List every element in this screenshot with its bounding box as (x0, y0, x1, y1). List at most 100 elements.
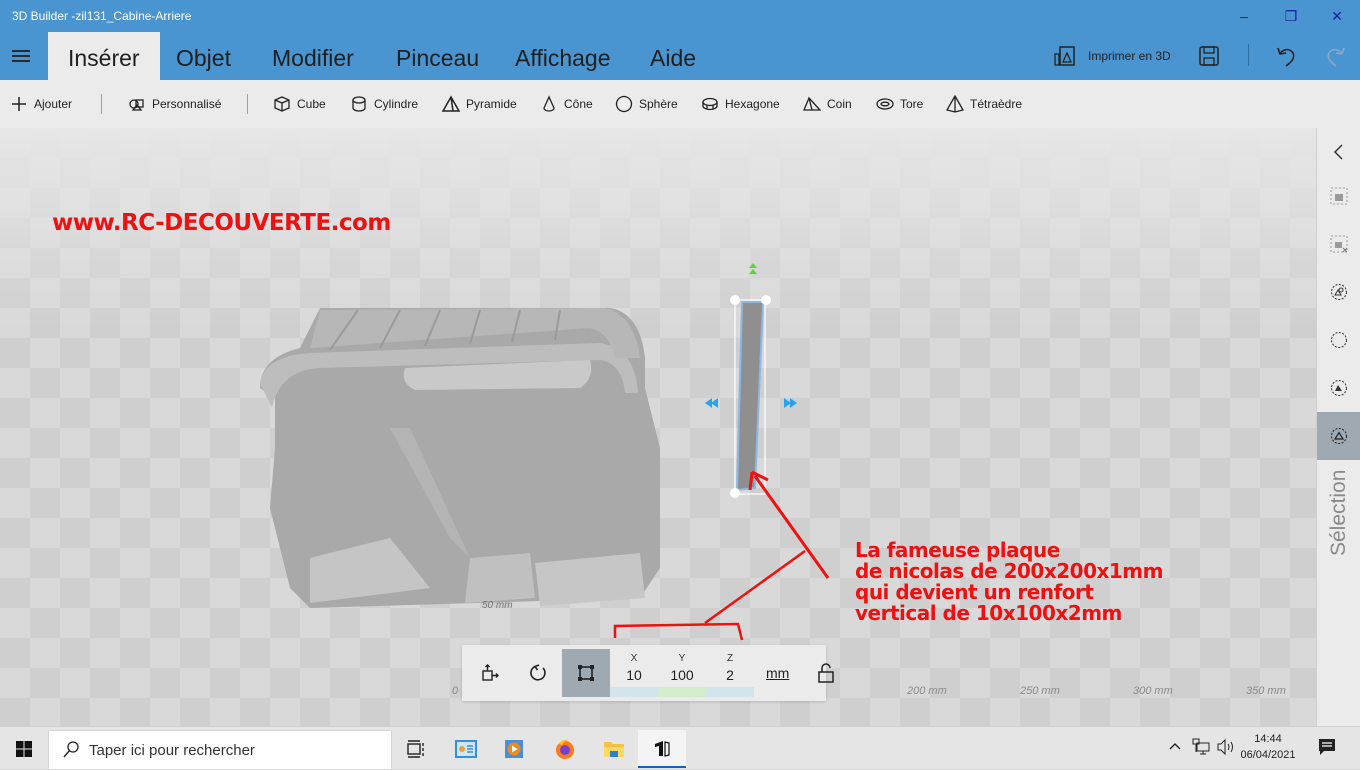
hamburger-menu-icon[interactable] (12, 50, 30, 62)
ruler-tick: 300 mm (1133, 685, 1173, 697)
sphere-button[interactable]: Sphère (615, 80, 678, 128)
select-all-button[interactable] (1317, 172, 1360, 220)
cube-label: Cube (297, 97, 326, 111)
cylinder-button[interactable]: Cylindre (350, 80, 418, 128)
ribbon-tabs: Insérer Objet Modifier Pinceau Affichage… (0, 32, 1360, 80)
task-view-button[interactable] (392, 730, 440, 768)
lasso-circle-icon (1331, 332, 1347, 348)
select-all-icon (1330, 187, 1348, 205)
torus-label: Tore (900, 97, 924, 111)
axis-label: Z (726, 653, 734, 664)
3d-viewport[interactable]: www.RC-DECOUVERTE.com La fameuse plaque … (0, 128, 1316, 726)
scale-handle[interactable] (730, 295, 740, 305)
hexagon-label: Hexagone (725, 97, 780, 111)
x-axis-handle-left[interactable] (705, 398, 712, 408)
lasso-select-button[interactable] (1317, 316, 1360, 364)
dimension-z[interactable]: Z 2 (706, 649, 754, 697)
windows-logo-icon (16, 741, 32, 757)
start-button[interactable] (0, 730, 48, 768)
pyramid-icon (442, 95, 460, 112)
clock-date: 06/04/2021 (1240, 749, 1296, 761)
tab-objet[interactable]: Objet (156, 32, 251, 80)
dimension-x-value[interactable]: 10 (610, 667, 658, 683)
add-label: Ajouter (34, 97, 73, 111)
unit-selector[interactable]: mm (766, 665, 789, 681)
torus-icon (876, 98, 894, 110)
lock-proportions-button[interactable] (802, 649, 850, 697)
selection-panel-label: Sélection (1327, 469, 1350, 557)
torus-button[interactable]: Tore (876, 80, 923, 128)
annotation-arrows (613, 470, 830, 641)
ruler-tick: 200 mm (907, 685, 947, 697)
scale-button[interactable] (562, 649, 610, 697)
3d-builder-button[interactable] (638, 730, 686, 768)
tab-affichage[interactable]: Affichage (495, 32, 630, 80)
print-3d-label: Imprimer en 3D (1088, 49, 1171, 63)
rotate-icon (530, 664, 546, 681)
undo-icon[interactable] (1276, 44, 1298, 68)
dimension-z-value[interactable]: 2 (706, 667, 754, 683)
select-object-icon (1331, 284, 1347, 300)
dimension-z-bar (706, 687, 754, 697)
minimize-button[interactable]: – (1229, 4, 1259, 28)
wedge-button[interactable]: Coin (803, 80, 852, 128)
redo-icon[interactable] (1324, 44, 1346, 68)
show-hidden-chevron-icon[interactable] (1168, 741, 1182, 751)
search-placeholder: Taper ici pour rechercher (89, 741, 255, 759)
tab-modifier[interactable]: Modifier (252, 32, 374, 80)
save-icon[interactable] (1198, 45, 1220, 67)
network-icon[interactable] (1192, 738, 1210, 756)
wedge-icon (803, 96, 821, 111)
add-button[interactable]: Ajouter (10, 80, 72, 128)
clock-time: 14:44 (1254, 733, 1282, 745)
window-title: 3D Builder -zil131_Cabine-Arriere (12, 9, 192, 23)
tetrahedron-button[interactable]: Tétraèdre (946, 80, 1022, 128)
restore-button[interactable]: ❐ (1276, 4, 1306, 28)
tetrahedron-icon (946, 95, 964, 113)
cube-button[interactable]: Cube (273, 80, 326, 128)
pyramid-button[interactable]: Pyramide (442, 80, 517, 128)
cylinder-icon (352, 96, 366, 112)
plus-icon (12, 97, 26, 111)
deselect-button[interactable] (1317, 220, 1360, 268)
sphere-icon (615, 95, 633, 113)
file-explorer-button[interactable] (590, 730, 638, 768)
x-axis-handle-right[interactable] (784, 398, 791, 408)
dimension-x[interactable]: X 10 (610, 649, 658, 697)
windows-taskbar: Taper ici pour rechercher 14:44 06/04/20… (0, 726, 1360, 770)
ruler-tick: 350 mm (1246, 685, 1286, 697)
dimension-y[interactable]: Y 100 (658, 649, 706, 697)
collapse-panel-button[interactable] (1317, 128, 1360, 176)
print-3d-button[interactable]: Imprimer en 3D (1054, 44, 1171, 68)
unlock-icon (818, 663, 834, 683)
hexagon-icon (702, 97, 718, 111)
cone-button[interactable]: Cône (540, 80, 593, 128)
select-object-button[interactable] (1317, 268, 1360, 316)
select-mesh-button[interactable] (1317, 364, 1360, 412)
control-panel-button[interactable] (442, 730, 490, 768)
z-axis-handle[interactable] (749, 263, 757, 268)
file-explorer-icon (604, 742, 624, 757)
firefox-icon (556, 739, 574, 759)
dimension-x-bar (610, 687, 658, 697)
hexagon-button[interactable]: Hexagone (701, 80, 780, 128)
cylinder-label: Cylindre (374, 97, 419, 111)
action-center-icon[interactable] (1318, 738, 1336, 756)
pyramid-label: Pyramide (466, 97, 517, 111)
volume-icon[interactable] (1216, 738, 1236, 756)
media-player-button[interactable] (490, 730, 538, 768)
tab-inserer[interactable]: Insérer (48, 32, 160, 80)
custom-button[interactable]: Personnalisé (128, 80, 221, 128)
scale-handle[interactable] (761, 295, 771, 305)
tab-pinceau[interactable]: Pinceau (376, 32, 499, 80)
rotate-button[interactable] (514, 649, 562, 697)
select-triangle-button[interactable] (1317, 412, 1360, 460)
firefox-button[interactable] (541, 730, 589, 768)
close-button[interactable]: ✕ (1322, 4, 1352, 28)
taskbar-search-box[interactable]: Taper ici pour rechercher (48, 730, 392, 770)
tab-aide[interactable]: Aide (630, 32, 716, 80)
move-button[interactable] (466, 649, 514, 697)
system-clock[interactable]: 14:44 06/04/2021 (1238, 731, 1298, 763)
custom-shapes-icon (129, 99, 144, 111)
dimension-y-value[interactable]: 100 (658, 667, 706, 683)
